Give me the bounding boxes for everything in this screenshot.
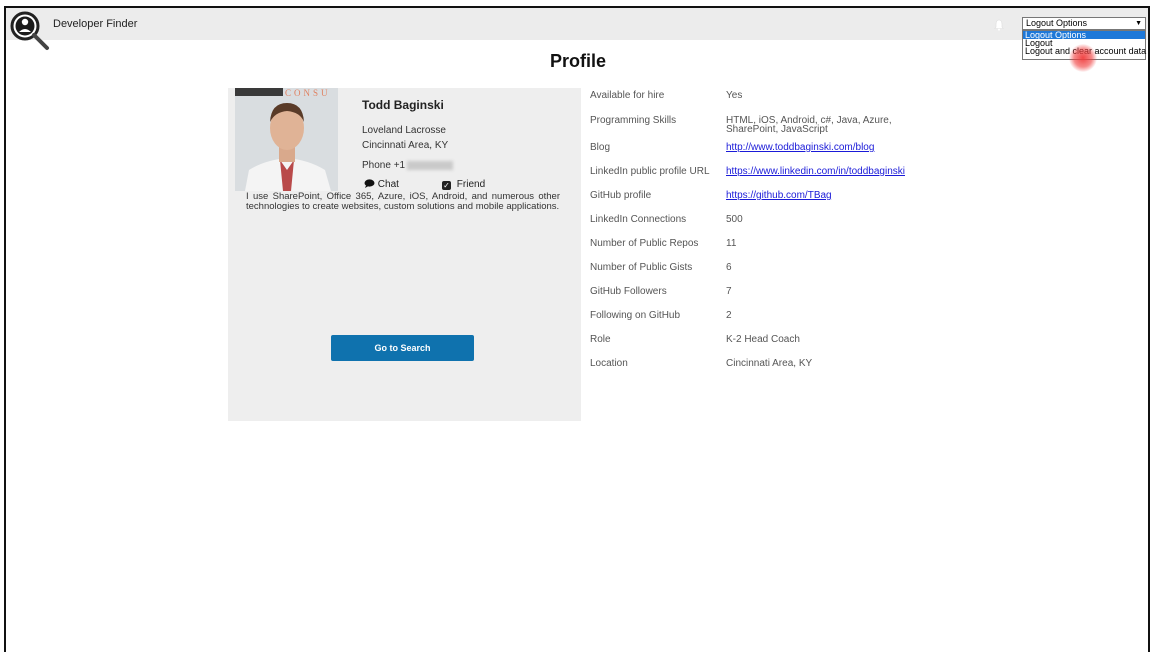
- detail-value-role: K-2 Head Coach: [726, 334, 800, 345]
- detail-label-blog: Blog: [590, 142, 611, 153]
- page-title: Profile: [549, 51, 606, 71]
- phone-label: Phone +1: [362, 160, 406, 171]
- logout-select-value: Logout Options: [1026, 18, 1088, 28]
- developer-finder-logo-icon[interactable]: [8, 11, 50, 51]
- detail-label-github-followers: GitHub Followers: [590, 286, 667, 297]
- profile-phone: Phone +1: [362, 160, 454, 171]
- chat-link[interactable]: Chat: [364, 179, 399, 190]
- detail-label-linkedin-connections: LinkedIn Connections: [590, 214, 687, 225]
- detail-label-role: Role: [590, 334, 611, 345]
- dropdown-arrow-icon: ▼: [1135, 20, 1142, 27]
- detail-label-location: Location: [590, 358, 628, 369]
- profile-name: Todd Baginski: [362, 98, 444, 112]
- linkedin-profile-link[interactable]: https://www.linkedin.com/in/toddbaginski: [726, 167, 905, 177]
- profile-company: Loveland Lacrosse: [362, 125, 446, 136]
- detail-value-linkedin-connections: 500: [726, 214, 743, 225]
- blog-link[interactable]: http://www.toddbaginski.com/blog: [726, 143, 874, 153]
- profile-location: Cincinnati Area, KY: [362, 140, 449, 151]
- detail-value-public-repos: 11: [726, 238, 737, 249]
- detail-value-programming-skills: HTML, iOS, Android, c#, Java, Azure, Sha…: [726, 115, 892, 135]
- detail-label-available-for-hire: Available for hire: [590, 90, 665, 101]
- chat-label: Chat: [377, 179, 399, 190]
- detail-label-public-gists: Number of Public Gists: [590, 262, 693, 273]
- chat-bubble-icon: [364, 179, 375, 188]
- profile-bio: I use SharePoint, Office 365, Azure, iOS…: [246, 191, 560, 212]
- checkbox-checked-icon: ✓: [442, 181, 451, 190]
- detail-label-following-on-github: Following on GitHub: [590, 310, 681, 321]
- detail-label-programming-skills: Programming Skills: [590, 115, 677, 126]
- detail-value-location: Cincinnati Area, KY: [726, 358, 813, 369]
- detail-value-following-on-github: 2: [726, 310, 732, 321]
- detail-label-public-repos: Number of Public Repos: [590, 238, 699, 249]
- detail-value-available-for-hire: Yes: [726, 90, 743, 101]
- detail-value-public-gists: 6: [726, 262, 732, 273]
- go-to-search-button[interactable]: Go to Search: [331, 335, 474, 361]
- notification-bell-icon[interactable]: [993, 19, 1005, 31]
- friend-label: Friend: [456, 179, 486, 190]
- photo-banner-text: CONSU: [285, 88, 331, 98]
- detail-label-github-profile: GitHub profile: [590, 190, 652, 201]
- logout-options-select[interactable]: Logout Options ▼: [1022, 17, 1146, 30]
- friend-checkbox[interactable]: ✓ Friend: [442, 179, 485, 190]
- detail-value-github-followers: 7: [726, 286, 732, 297]
- app-header: [6, 8, 1148, 40]
- profile-photo: CONSU: [235, 88, 338, 191]
- detail-label-linkedin-url: LinkedIn public profile URL: [590, 166, 710, 177]
- github-profile-link[interactable]: https://github.com/TBag: [726, 191, 832, 201]
- app-title: Developer Finder: [53, 18, 138, 30]
- phone-number-redacted: [407, 160, 454, 170]
